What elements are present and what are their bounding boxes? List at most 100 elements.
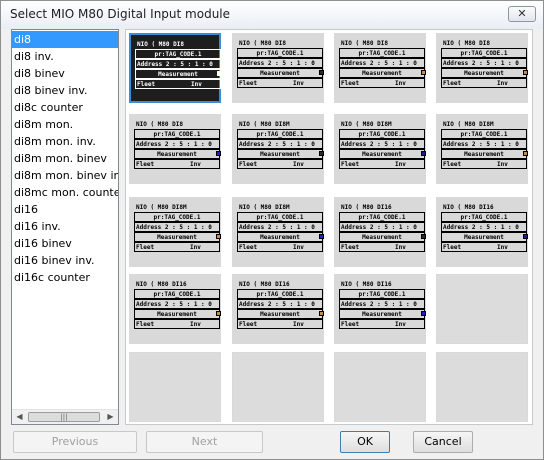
symbol-flag-label: Fleet xyxy=(341,244,360,251)
symbol-inv-label: Inv xyxy=(395,321,406,328)
symbol-address-digits: 2 : 5 : 1 : 0 xyxy=(471,60,519,67)
symbol-flags: Fleet Inv xyxy=(441,159,527,169)
symbol-address-label: Address xyxy=(137,61,163,68)
cancel-button[interactable]: Cancel xyxy=(413,431,473,453)
empty-preview-slot xyxy=(436,274,528,344)
module-list-item[interactable]: di8 xyxy=(12,31,118,48)
module-preview-tile[interactable]: NIO ( M80 DI16 pr:TAG_CODE.1 Address 2 : 5… xyxy=(334,197,426,267)
symbol-tag: pr:TAG_CODE.1 xyxy=(134,212,220,222)
module-preview-tile[interactable]: NIO ( M80 DI16 pr:TAG_CODE.1 Address 2 : 5… xyxy=(129,274,221,344)
symbol-flag-label: Fleet xyxy=(239,161,258,168)
symbol-inv-label: Inv xyxy=(191,81,202,88)
symbol-flag-label: Fleet xyxy=(443,161,462,168)
symbol-flag-label: Fleet xyxy=(136,244,155,251)
symbol-inv-label: Inv xyxy=(497,161,508,168)
symbol-inv-label: Inv xyxy=(395,80,406,87)
symbol-address-label: Address xyxy=(239,141,265,148)
symbol-address-label: Address xyxy=(443,141,469,148)
symbol-measurement: Measurement xyxy=(135,69,221,79)
module-list-item[interactable]: di8 inv. xyxy=(12,48,118,65)
symbol-address-digits: 2 : 5 : 1 : 0 xyxy=(369,301,417,308)
symbol-address: Address 2 : 5 : 1 : 0 xyxy=(237,222,323,232)
symbol-tag: pr:TAG_CODE.1 xyxy=(441,129,527,139)
module-symbol: NIO ( M80 DI16 pr:TAG_CODE.1 Address 2 : 5… xyxy=(441,203,528,253)
next-button[interactable]: Next xyxy=(146,431,263,453)
symbol-address-label: Address xyxy=(239,301,265,308)
module-list-item[interactable]: di16 binev inv. xyxy=(12,252,118,269)
symbol-port-marker xyxy=(319,70,324,75)
scroll-thumb[interactable]: ||| xyxy=(28,412,100,422)
symbol-measurement: Measurement xyxy=(339,149,425,159)
symbol-address-digits: 2 : 5 : 1 : 0 xyxy=(267,141,315,148)
symbol-port-marker xyxy=(217,71,222,76)
module-list-item[interactable]: di8m mon. binev xyxy=(12,150,118,167)
module-preview-tile[interactable]: NIO ( M80 DI8 pr:TAG_CODE.1 Address 2 : 5 … xyxy=(129,114,221,184)
module-symbol: NIO ( M80 DI16 pr:TAG_CODE.1 Address 2 : 5… xyxy=(339,280,426,330)
module-list-item[interactable]: di8mc mon. counter xyxy=(12,184,118,201)
module-preview-tile[interactable]: NIO ( M80 DI8 pr:TAG_CODE.1 Address 2 : 5 … xyxy=(129,33,222,103)
symbol-flag-label: Fleet xyxy=(443,80,462,87)
symbol-address-label: Address xyxy=(136,301,162,308)
symbol-address: Address 2 : 5 : 1 : 0 xyxy=(134,222,220,232)
symbol-port-marker xyxy=(319,234,324,239)
symbol-port-marker xyxy=(523,234,528,239)
symbol-address: Address 2 : 5 : 1 : 0 xyxy=(237,139,323,149)
symbol-flags: Fleet Inv xyxy=(134,242,220,252)
symbol-flag-label: Fleet xyxy=(239,321,258,328)
symbol-measurement: Measurement xyxy=(237,309,323,319)
list-horizontal-scrollbar[interactable]: ◀ ||| ▶ xyxy=(12,409,118,424)
module-preview-tile[interactable]: NIO ( M80 DI16 pr:TAG_CODE.1 Address 2 : 5… xyxy=(436,197,528,267)
symbol-measurement: Measurement xyxy=(237,232,323,242)
symbol-measurement: Measurement xyxy=(134,149,220,159)
symbol-tag: pr:TAG_CODE.1 xyxy=(441,212,527,222)
module-preview-tile[interactable]: NIO ( M80 DI8 pr:TAG_CODE.1 Address 2 : 5 … xyxy=(334,33,426,103)
symbol-tag: pr:TAG_CODE.1 xyxy=(237,289,323,299)
module-list-item[interactable]: di8m mon. binev inv. xyxy=(12,167,118,184)
module-preview-tile[interactable]: NIO ( M80 DI8 pr:TAG_CODE.1 Address 2 : 5 … xyxy=(232,33,324,103)
symbol-address-digits: 2 : 5 : 1 : 0 xyxy=(369,141,417,148)
module-preview-tile[interactable]: NIO ( M80 DI8M pr:TAG_CODE.1 Address 2 : 5… xyxy=(334,114,426,184)
module-list-item[interactable]: di8c counter xyxy=(12,99,118,116)
module-preview-tile[interactable]: NIO ( M80 DI16 pr:TAG_CODE.1 Address 2 : 5… xyxy=(232,274,324,344)
symbol-port-marker xyxy=(523,151,528,156)
module-symbol: NIO ( M80 DI16 pr:TAG_CODE.1 Address 2 : 5… xyxy=(237,280,324,330)
module-list-item[interactable]: di16 xyxy=(12,201,118,218)
dialog-window: Select MIO M80 Digital Input module ✕ di… xyxy=(0,0,544,460)
scroll-right-arrow-icon[interactable]: ▶ xyxy=(103,410,118,424)
symbol-address: Address 2 : 5 : 1 : 0 xyxy=(339,299,425,309)
module-preview-tile[interactable]: NIO ( M80 DI8M pr:TAG_CODE.1 Address 2 : 5… xyxy=(129,197,221,267)
symbol-measurement: Measurement xyxy=(134,309,220,319)
symbol-inv-label: Inv xyxy=(190,161,201,168)
symbol-tag: pr:TAG_CODE.1 xyxy=(134,129,220,139)
ok-button[interactable]: OK xyxy=(340,431,390,453)
close-button[interactable]: ✕ xyxy=(508,6,536,22)
module-list[interactable]: di8 di8 inv. di8 binev di8 binev inv. di8c c… xyxy=(11,29,119,425)
title-bar: Select MIO M80 Digital Input module ✕ xyxy=(1,1,543,29)
scroll-left-arrow-icon[interactable]: ◀ xyxy=(12,410,27,424)
module-preview-tile[interactable]: NIO ( M80 DI8M pr:TAG_CODE.1 Address 2 : 5… xyxy=(436,114,528,184)
module-list-item[interactable]: di16 binev xyxy=(12,235,118,252)
symbol-port-marker xyxy=(319,311,324,316)
symbol-inv-label: Inv xyxy=(395,161,406,168)
symbol-address-digits: 2 : 5 : 1 : 0 xyxy=(267,60,315,67)
previous-button[interactable]: Previous xyxy=(13,431,137,453)
symbol-port-marker xyxy=(216,234,221,239)
module-preview-tile[interactable]: NIO ( M80 DI8M pr:TAG_CODE.1 Address 2 : 5… xyxy=(232,197,324,267)
symbol-address-digits: 2 : 5 : 1 : 0 xyxy=(165,61,213,68)
module-symbol: NIO ( M80 DI16 pr:TAG_CODE.1 Address 2 : 5… xyxy=(134,280,221,330)
module-list-item[interactable]: di8m mon. xyxy=(12,116,118,133)
module-list-item[interactable]: di8m mon. inv. xyxy=(12,133,118,150)
module-list-item[interactable]: di8 binev inv. xyxy=(12,82,118,99)
module-symbol: NIO ( M80 DI16 pr:TAG_CODE.1 Address 2 : 5… xyxy=(339,203,426,253)
module-symbol: NIO ( M80 DI8 pr:TAG_CODE.1 Address 2 : 5 … xyxy=(135,40,222,90)
module-list-item[interactable]: di16c counter xyxy=(12,269,118,286)
module-list-item[interactable]: di8 binev xyxy=(12,65,118,82)
module-preview-tile[interactable]: NIO ( M80 DI8 pr:TAG_CODE.1 Address 2 : 5 … xyxy=(436,33,528,103)
symbol-address: Address 2 : 5 : 1 : 0 xyxy=(135,59,221,69)
symbol-flags: Fleet Inv xyxy=(339,242,425,252)
module-preview-tile[interactable]: NIO ( M80 DI8M pr:TAG_CODE.1 Address 2 : 5… xyxy=(232,114,324,184)
module-preview-tile[interactable]: NIO ( M80 DI16 pr:TAG_CODE.1 Address 2 : 5… xyxy=(334,274,426,344)
symbol-flag-label: Fleet xyxy=(137,81,156,88)
symbol-address-digits: 2 : 5 : 1 : 0 xyxy=(471,141,519,148)
module-list-item[interactable]: di16 inv. xyxy=(12,218,118,235)
